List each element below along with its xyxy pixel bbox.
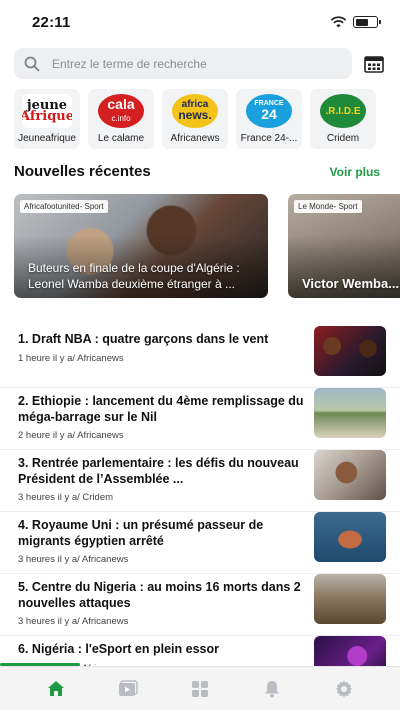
search-input[interactable]: Entrez le terme de recherche: [14, 48, 352, 79]
news-item[interactable]: 3. Rentrée parlementaire : les défis du …: [0, 450, 400, 512]
news-meta: 1 heure il y a/ Africanews: [18, 352, 124, 364]
featured-tag: Africafootunited- Sport: [20, 200, 108, 213]
news-meta: 3 heures il y a/ Africanews: [18, 554, 129, 565]
cridem-logo: .R.I.D.E: [320, 94, 366, 128]
calendar-icon: [364, 55, 384, 73]
status-icons: [330, 16, 381, 28]
bell-icon: [265, 680, 279, 698]
tab-bar: [0, 666, 400, 710]
news-thumbnail: [314, 512, 386, 562]
news-thumbnail: [314, 450, 386, 500]
status-bar: 22:11: [0, 0, 400, 44]
news-item[interactable]: 4. Royaume Uni : un présumé passeur de m…: [0, 512, 400, 574]
tab-home[interactable]: [39, 674, 73, 704]
news-title: 2. Ethiopie : lancement du 4ème rempliss…: [18, 394, 304, 424]
news-thumbnail: [314, 326, 386, 376]
source-africanews[interactable]: africa news. Africanews: [162, 89, 228, 149]
france24-logo: FRANCE 24: [246, 94, 292, 128]
news-title: 6. Nigéria : l'eSport en plein essor: [18, 642, 219, 656]
news-title: 1. Draft NBA : quatre garçons dans le ve…: [18, 332, 269, 346]
home-icon: [48, 681, 64, 696]
featured-card[interactable]: Le Monde- Sport Victor Wemba... coutures…: [288, 194, 400, 298]
sources-row: jeune Afrique Jeuneafrique cala c.info Le …: [0, 79, 400, 149]
news-meta: 3 heures il y a/ Cridem: [18, 492, 114, 503]
calendar-button[interactable]: [362, 52, 386, 76]
see-more-link[interactable]: Voir plus: [330, 165, 380, 179]
news-thumbnail: [314, 388, 386, 438]
news-title: 4. Royaume Uni : un présumé passeur de m…: [18, 518, 264, 548]
tab-video[interactable]: [111, 674, 145, 704]
source-name: Cridem: [326, 133, 360, 144]
news-item[interactable]: 5. Centre du Nigeria : au moins 16 morts…: [0, 574, 400, 636]
source-france24[interactable]: FRANCE 24 France 24-...: [236, 89, 302, 149]
source-name: Le calame: [97, 133, 145, 144]
source-name: Jeuneafrique: [18, 133, 76, 144]
source-name: Africanews: [170, 133, 220, 144]
section-header: Nouvelles récentes Voir plus: [0, 163, 400, 180]
featured-card[interactable]: Africafootunited- Sport Buteurs en final…: [14, 194, 268, 298]
news-item[interactable]: 2. Ethiopie : lancement du 4ème rempliss…: [0, 388, 400, 450]
news-list: 1. Draft NBA : quatre garçons dans le ve…: [0, 326, 400, 698]
search-placeholder: Entrez le terme de recherche: [52, 56, 207, 71]
source-cridem[interactable]: .R.I.D.E Cridem: [310, 89, 376, 149]
source-name: France 24-...: [240, 133, 298, 144]
news-thumbnail: [314, 574, 386, 624]
video-icon: [119, 679, 138, 696]
news-title: 3. Rentrée parlementaire : les défis du …: [18, 456, 299, 486]
search-icon: [24, 56, 40, 71]
featured-carousel[interactable]: Africafootunited- Sport Buteurs en final…: [0, 194, 400, 298]
tab-categories[interactable]: [183, 674, 217, 704]
section-title: Nouvelles récentes: [14, 163, 151, 180]
status-time: 22:11: [32, 13, 71, 31]
featured-title: Victor Wemba... coutures avan...: [302, 276, 400, 291]
grid-icon: [192, 680, 208, 697]
le-calame-logo: cala c.info: [98, 94, 144, 128]
news-meta: 2 heure il y a/ Africanews: [18, 430, 124, 441]
tab-settings[interactable]: [327, 674, 361, 704]
news-title: 5. Centre du Nigeria : au moins 16 morts…: [18, 580, 301, 610]
settings-icon: [336, 680, 352, 697]
source-le-calame[interactable]: cala c.info Le calame: [88, 89, 154, 149]
news-item[interactable]: 1. Draft NBA : quatre garçons dans le ve…: [0, 326, 400, 388]
tab-notifications[interactable]: [255, 674, 289, 704]
featured-title: Buteurs en finale de la coupe d'Algérie …: [28, 261, 240, 291]
battery-icon: [353, 16, 381, 28]
source-jeuneafrique[interactable]: jeune Afrique Jeuneafrique: [14, 89, 80, 149]
wifi-icon: [330, 16, 347, 28]
africanews-logo: africa news.: [172, 94, 218, 128]
featured-tag: Le Monde- Sport: [294, 200, 362, 213]
jeuneafrique-logo: jeune Afrique: [22, 94, 72, 128]
news-meta: 3 heures il y a/ Africanews: [18, 616, 129, 627]
search-row: Entrez le terme de recherche: [0, 44, 400, 79]
